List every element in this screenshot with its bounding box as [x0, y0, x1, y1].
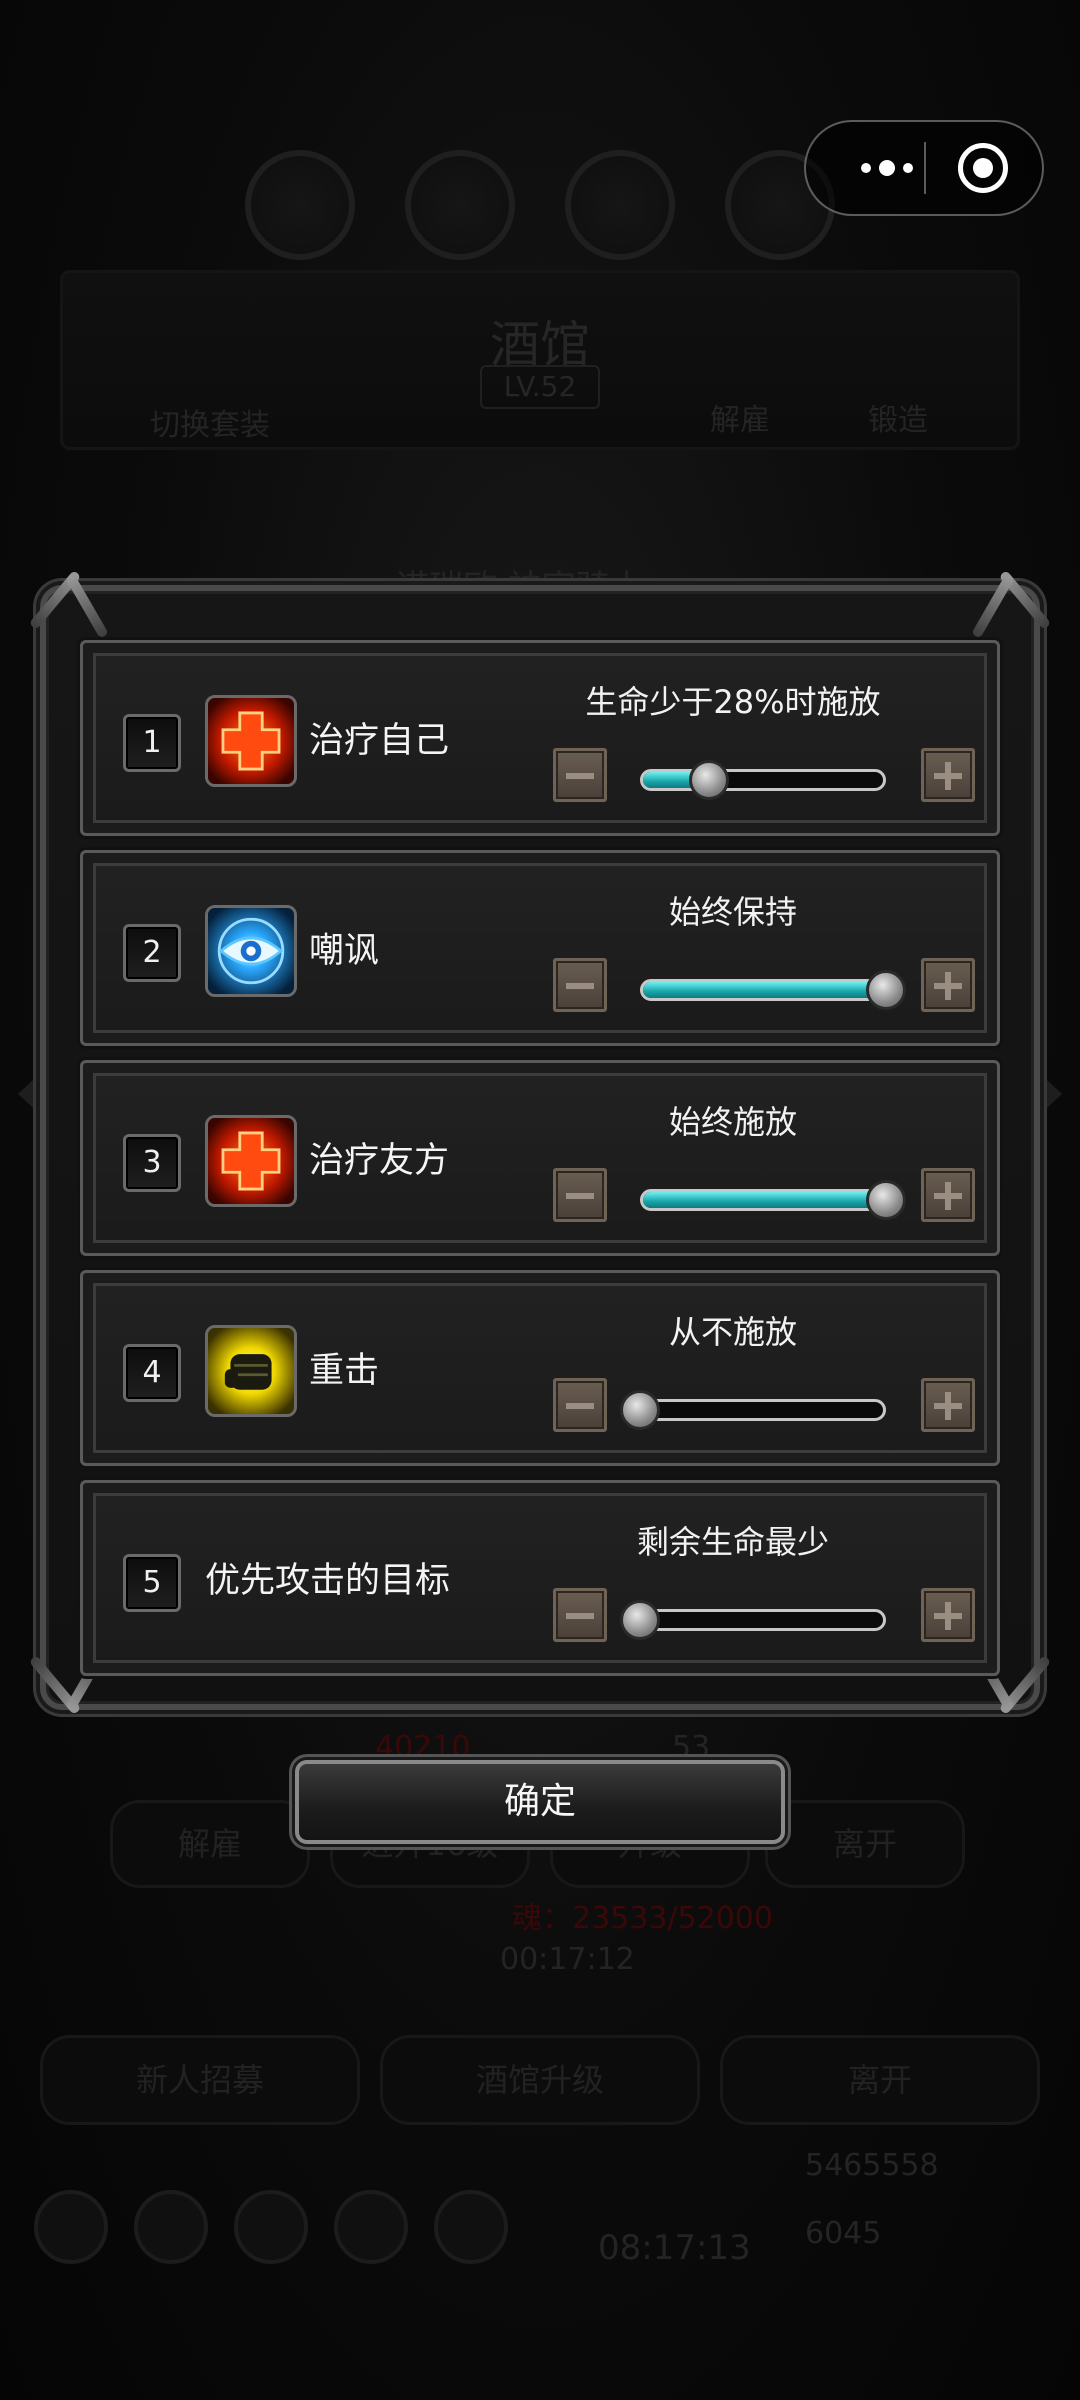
condition-slider[interactable] [640, 1189, 886, 1211]
row-number: 2 [123, 924, 181, 982]
capsule-divider [924, 142, 926, 194]
background-action: 解雇 [110, 1800, 310, 1888]
frame-ornament [960, 565, 1050, 635]
condition-slider[interactable] [640, 1399, 886, 1421]
background-tab: 解雇 [710, 403, 770, 438]
cast-condition: 始终保持 [668, 893, 797, 931]
slider-fill [643, 1192, 883, 1208]
background-bottom-button: 新人招募 [40, 2035, 360, 2125]
skill-name: 优先攻击的目标 [205, 1561, 451, 1601]
background-nav-icon [234, 2190, 308, 2264]
row-number: 1 [123, 714, 181, 772]
background-clock: 08:17:13 [598, 2228, 751, 2268]
skill-name: 治疗友方 [309, 1141, 450, 1181]
cast-condition: 剩余生命最少 [636, 1523, 829, 1561]
condition-slider[interactable] [640, 1609, 886, 1631]
heal-cross-icon [205, 695, 297, 787]
row-number: 5 [123, 1554, 181, 1612]
increase-button[interactable] [921, 958, 975, 1012]
skill-row: 3 治疗友方 始终施放 [80, 1060, 1000, 1256]
background-gold: 5465558 [805, 2148, 939, 2183]
row-number: 3 [123, 1134, 181, 1192]
decrease-button[interactable] [553, 1168, 607, 1222]
row-number: 4 [123, 1344, 181, 1402]
cast-condition: 生命少于28%时施放 [585, 683, 881, 721]
background-bottom-button: 酒馆升级 [380, 2035, 700, 2125]
background-level: LV.52 [480, 365, 600, 409]
background-tab: 切换套装 [150, 408, 270, 443]
background-nav-icon [334, 2190, 408, 2264]
skill-name: 治疗自己 [309, 721, 450, 761]
close-miniprogram-icon[interactable] [958, 143, 1008, 193]
skill-row: 4 重击 从不施放 [80, 1270, 1000, 1466]
background-timer: 00:17:12 [500, 1942, 635, 1977]
increase-button[interactable] [921, 1588, 975, 1642]
heal-cross-icon [205, 1115, 297, 1207]
slider-knob[interactable] [866, 1180, 906, 1220]
cast-condition: 从不施放 [668, 1313, 797, 1351]
slider-knob[interactable] [620, 1600, 660, 1640]
decrease-button[interactable] [553, 1378, 607, 1432]
game-screen: 酒馆 LV.52 切换套装 解雇 锻造 诺瑞欧·神官骑士 40210 53 解雇… [0, 0, 1080, 2400]
background-nav-icon [134, 2190, 208, 2264]
background-bottom-button: 离开 [720, 2035, 1040, 2125]
background-menu-icon [245, 150, 355, 260]
slider-knob[interactable] [688, 760, 729, 800]
increase-button[interactable] [921, 1168, 975, 1222]
background-nav-icon [34, 2190, 108, 2264]
miniprogram-capsule [804, 120, 1044, 216]
frame-ornament [30, 565, 120, 635]
cast-condition: 始终施放 [668, 1103, 797, 1141]
skill-row: 1 治疗自己 生命少于28%时施放 [80, 640, 1000, 836]
background-soul: 魂：23533/52000 [512, 1901, 773, 1936]
background-tab: 锻造 [868, 403, 928, 438]
decrease-button[interactable] [553, 1588, 607, 1642]
background-action: 离开 [765, 1800, 965, 1888]
slider-knob[interactable] [620, 1390, 660, 1430]
skill-name: 重击 [309, 1351, 380, 1391]
skill-row: 2 嘲讽 始终保持 [80, 850, 1000, 1046]
target-priority-row: 5 优先攻击的目标 剩余生命最少 [80, 1480, 1000, 1676]
background-menu-icon [565, 150, 675, 260]
decrease-button[interactable] [553, 958, 607, 1012]
decrease-button[interactable] [553, 748, 607, 802]
background-gems: 6045 [805, 2216, 882, 2251]
background-menu-icon [405, 150, 515, 260]
slider-knob[interactable] [866, 970, 906, 1010]
increase-button[interactable] [921, 748, 975, 802]
eye-taunt-icon [205, 905, 297, 997]
background-nav-icon [434, 2190, 508, 2264]
confirm-button[interactable]: 确定 [295, 1760, 785, 1844]
skill-name: 嘲讽 [309, 931, 380, 971]
increase-button[interactable] [921, 1378, 975, 1432]
condition-slider[interactable] [640, 769, 886, 791]
slider-fill [643, 982, 883, 998]
fist-icon [205, 1325, 297, 1417]
condition-slider[interactable] [640, 979, 886, 1001]
